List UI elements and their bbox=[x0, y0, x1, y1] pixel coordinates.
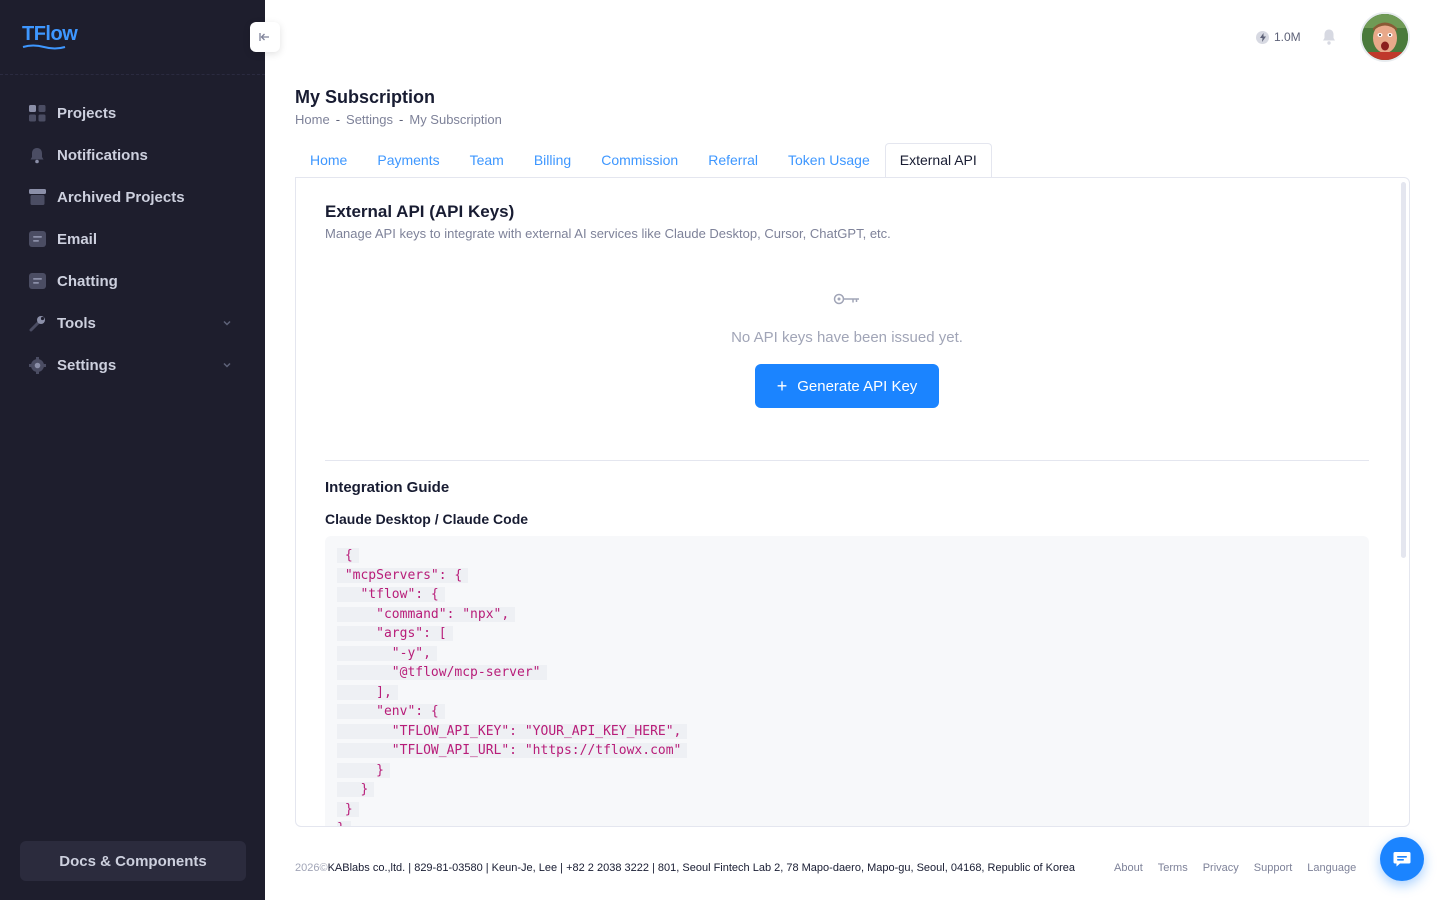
card-title: External API (API Keys) bbox=[325, 202, 515, 221]
docs-components-button[interactable]: Docs & Components bbox=[20, 841, 246, 881]
integration-guide-title: Integration Guide bbox=[325, 479, 450, 496]
code-line: "command": "npx", bbox=[337, 605, 1357, 625]
archive-icon bbox=[28, 188, 46, 206]
sidebar-item-label: Settings bbox=[57, 356, 117, 374]
chat-icon bbox=[28, 272, 46, 290]
tflow-logo[interactable]: TFlow bbox=[22, 23, 78, 50]
key-icon bbox=[833, 293, 859, 305]
code-line: "@tflow/mcp-server" bbox=[337, 663, 1357, 683]
card-scrollbar[interactable] bbox=[1401, 182, 1406, 558]
sidebar-item-tools[interactable]: Tools bbox=[0, 302, 265, 344]
footer-link-privacy[interactable]: Privacy bbox=[1203, 862, 1239, 874]
notification-bell-icon[interactable] bbox=[1321, 28, 1337, 46]
generate-api-key-button[interactable]: + Generate API Key bbox=[755, 364, 939, 408]
chat-support-button[interactable] bbox=[1380, 837, 1424, 881]
bell-icon bbox=[28, 146, 46, 164]
footer-link-language[interactable]: Language bbox=[1307, 862, 1356, 874]
section-divider bbox=[325, 460, 1369, 461]
footer-link-support[interactable]: Support bbox=[1254, 862, 1293, 874]
code-line: "tflow": { bbox=[337, 585, 1357, 605]
arrow-left-icon bbox=[259, 33, 269, 41]
config-code-block[interactable]: { "mcpServers": { "tflow": { "command": … bbox=[325, 536, 1369, 826]
tab-billing[interactable]: Billing bbox=[519, 143, 586, 177]
wrench-icon bbox=[28, 314, 46, 332]
footer-link-about[interactable]: About bbox=[1114, 862, 1143, 874]
sidebar-item-label: Email bbox=[57, 230, 98, 248]
tab-external-api[interactable]: External API bbox=[884, 143, 992, 177]
footer-company-info: 2026© KABlabs co.,ltd. | 829-81-03580 | … bbox=[295, 862, 1075, 874]
generate-api-key-label: Generate API Key bbox=[797, 377, 918, 395]
code-line: "env": { bbox=[337, 702, 1357, 722]
breadcrumb-separator: - bbox=[399, 112, 404, 127]
user-avatar-image bbox=[1362, 14, 1408, 60]
breadcrumb-home[interactable]: Home bbox=[295, 112, 330, 127]
sidebar-item-label: Projects bbox=[57, 104, 117, 122]
tab-token-usage[interactable]: Token Usage bbox=[773, 143, 885, 177]
subscription-tabs: Home Payments Team Billing Commission Re… bbox=[295, 143, 992, 177]
footer-link-terms[interactable]: Terms bbox=[1158, 862, 1188, 874]
lightning-icon bbox=[1256, 30, 1269, 44]
breadcrumb: Home - Settings - My Subscription bbox=[295, 112, 502, 127]
logo-text: TFlow bbox=[22, 23, 78, 45]
sidebar-item-notifications[interactable]: Notifications bbox=[0, 134, 265, 176]
sidebar-item-chatting[interactable]: Chatting bbox=[0, 260, 265, 302]
tab-commission[interactable]: Commission bbox=[586, 143, 693, 177]
sidebar-item-label: Notifications bbox=[57, 146, 148, 164]
sidebar-item-email[interactable]: Email bbox=[0, 218, 265, 260]
logo-wave-icon bbox=[22, 44, 66, 50]
code-line: } bbox=[337, 819, 1357, 826]
token-balance-value: 1.0M bbox=[1274, 30, 1301, 44]
sidebar: TFlow Projects Notifications Archived Pr… bbox=[0, 0, 265, 900]
avatar[interactable] bbox=[1360, 12, 1410, 62]
chevron-down-icon bbox=[223, 320, 231, 326]
sidebar-divider bbox=[0, 74, 265, 75]
message-icon bbox=[28, 230, 46, 248]
footer-links: About Terms Privacy Support Language bbox=[1114, 862, 1356, 874]
breadcrumb-settings[interactable]: Settings bbox=[346, 112, 393, 127]
page-title: My Subscription bbox=[295, 87, 436, 107]
sidebar-collapse-button[interactable] bbox=[250, 22, 280, 52]
chat-bubble-icon bbox=[1393, 852, 1411, 867]
code-line: "args": [ bbox=[337, 624, 1357, 644]
code-line: } bbox=[337, 780, 1357, 800]
breadcrumb-separator: - bbox=[335, 112, 341, 127]
chevron-down-icon bbox=[223, 362, 231, 368]
tab-team[interactable]: Team bbox=[455, 143, 519, 177]
footer-company: KABlabs co.,ltd. | 829-81-03580 | Keun-J… bbox=[327, 862, 1075, 874]
code-line: "TFLOW_API_KEY": "YOUR_API_KEY_HERE", bbox=[337, 722, 1357, 742]
card-subtitle: Manage API keys to integrate with extern… bbox=[325, 226, 891, 241]
sidebar-item-archived-projects[interactable]: Archived Projects bbox=[0, 176, 265, 218]
token-balance[interactable]: 1.0M bbox=[1256, 30, 1301, 44]
sidebar-nav: Projects Notifications Archived Projects… bbox=[0, 92, 265, 386]
sidebar-item-settings[interactable]: Settings bbox=[0, 344, 265, 386]
plus-icon: + bbox=[776, 376, 788, 396]
tab-payments[interactable]: Payments bbox=[362, 143, 454, 177]
footer-year: 2026© bbox=[295, 862, 328, 874]
empty-state-text: No API keys have been issued yet. bbox=[731, 329, 963, 346]
sidebar-item-projects[interactable]: Projects bbox=[0, 92, 265, 134]
code-line: ], bbox=[337, 683, 1357, 703]
code-line: "mcpServers": { bbox=[337, 566, 1357, 586]
tab-home[interactable]: Home bbox=[295, 143, 362, 177]
tab-referral[interactable]: Referral bbox=[693, 143, 773, 177]
breadcrumb-current: My Subscription bbox=[409, 112, 502, 127]
code-line: "TFLOW_API_URL": "https://tflowx.com" bbox=[337, 741, 1357, 761]
sidebar-item-label: Chatting bbox=[57, 272, 118, 290]
code-line: } bbox=[337, 761, 1357, 781]
integration-guide-subtitle: Claude Desktop / Claude Code bbox=[325, 511, 529, 527]
sidebar-item-label: Tools bbox=[57, 314, 96, 332]
external-api-card: External API (API Keys) Manage API keys … bbox=[295, 177, 1410, 827]
code-line: } bbox=[337, 800, 1357, 820]
code-line: { bbox=[337, 546, 1357, 566]
gear-icon bbox=[28, 356, 46, 374]
sidebar-item-label: Archived Projects bbox=[57, 188, 185, 206]
grid-icon bbox=[28, 104, 46, 122]
code-line: "-y", bbox=[337, 644, 1357, 664]
